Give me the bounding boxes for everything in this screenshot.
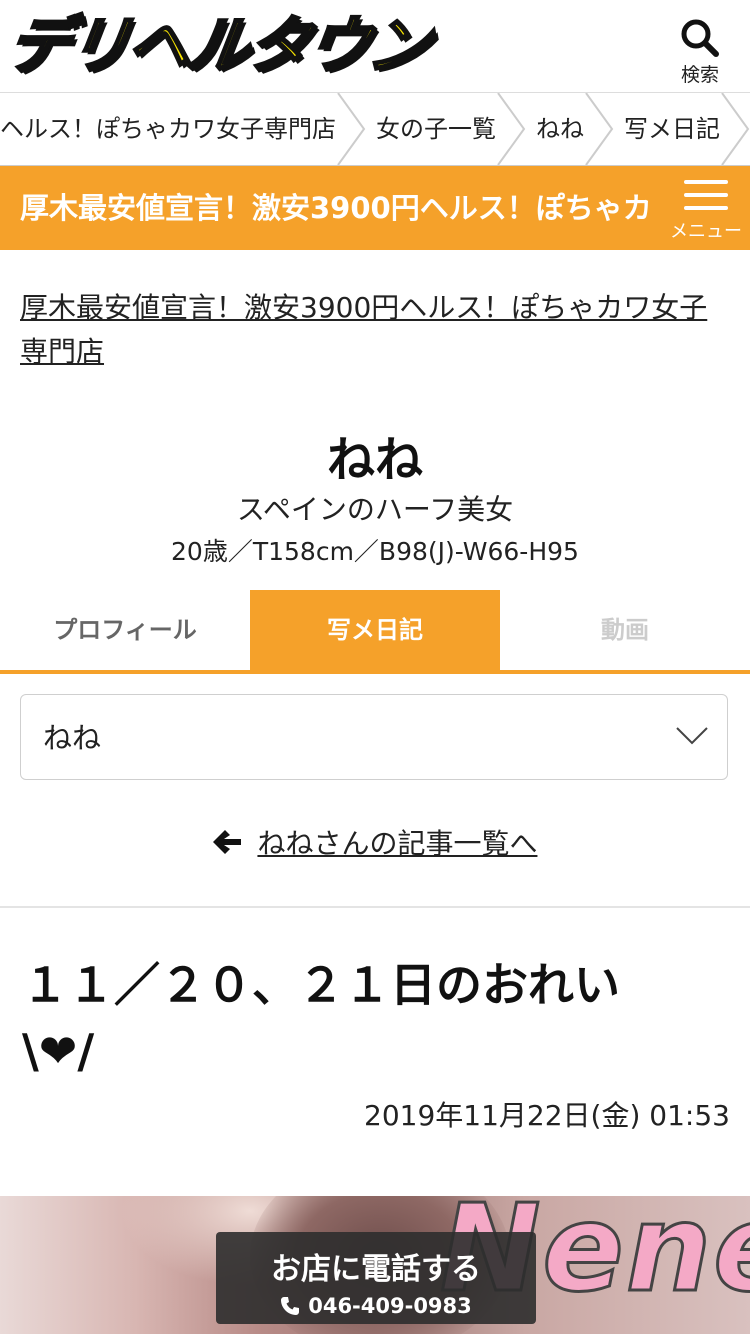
post-date: 2019年11月22日(金) 01:53 (364, 1099, 730, 1132)
girl-select-value: ねね (43, 721, 102, 755)
shop-bar-title[interactable]: 厚木最安値宣言！激安3900円ヘルス！ぽちゃカ (20, 166, 660, 250)
tab-video: 動画 (601, 616, 649, 644)
call-number-row: 046-409-0983 (216, 1294, 536, 1318)
girl-tabs: プロフィール 写メ日記 動画 (0, 590, 750, 670)
breadcrumb-separator-icon (337, 93, 366, 165)
menu-label: メニュー (670, 221, 742, 242)
menu-button[interactable]: メニュー (668, 180, 744, 244)
girl-select[interactable]: ねね (20, 694, 728, 780)
back-to-list-link[interactable]: ねねさんの記事一覧へ (0, 822, 750, 862)
girl-catchphrase: スペインのハーフ美女 (236, 493, 514, 526)
breadcrumb-item-girl[interactable]: ねね (536, 93, 584, 165)
search-button[interactable]: 検索 (672, 18, 728, 86)
breadcrumb-separator-icon (721, 93, 750, 165)
breadcrumb-item-girls[interactable]: 女の子一覧 (376, 93, 496, 165)
arrow-left-icon (212, 830, 241, 854)
tab-profile[interactable]: プロフィール (0, 590, 250, 670)
search-icon (672, 18, 728, 58)
hamburger-icon (668, 180, 744, 210)
breadcrumb: ヘルス！ぽちゃカワ女子専門店 女の子一覧 ねね 写メ日記 (0, 92, 750, 166)
breadcrumb-separator-icon (497, 93, 526, 165)
shop-name-link[interactable]: 厚木最安値宣言！激安3900円ヘルス！ぽちゃカワ女子専門店 (20, 286, 730, 374)
chevron-down-icon (676, 727, 708, 745)
tab-underline (0, 670, 750, 674)
logo-text: デリヘルタウン (1, 8, 434, 84)
tab-diary[interactable]: 写メ日記 (250, 590, 500, 670)
breadcrumb-item-shop[interactable]: ヘルス！ぽちゃカワ女子専門店 (0, 93, 336, 165)
shop-bar: 厚木最安値宣言！激安3900円ヘルス！ぽちゃカ メニュー (0, 166, 750, 250)
girl-spec: 20歳／T158cm／B98(J)-W66-H95 (171, 537, 579, 566)
phone-icon (281, 1297, 300, 1315)
post-title: １１／２０、２１日のおれい\❤/ (22, 958, 620, 1078)
breadcrumb-separator-icon (585, 93, 614, 165)
section-divider (0, 906, 750, 908)
call-number: 046-409-0983 (308, 1294, 472, 1318)
site-logo[interactable]: デリヘルタウン (1, 8, 434, 84)
site-header: デリヘルタウン 検索 (0, 0, 750, 92)
girl-name: ねね (326, 432, 423, 488)
search-label: 検索 (680, 64, 719, 86)
call-shop-button[interactable]: お店に電話する 046-409-0983 (216, 1232, 536, 1324)
breadcrumb-item-diary: 写メ日記 (624, 115, 720, 143)
call-shop-label: お店に電話する (271, 1252, 481, 1287)
back-to-list-label: ねねさんの記事一覧へ (257, 827, 538, 860)
